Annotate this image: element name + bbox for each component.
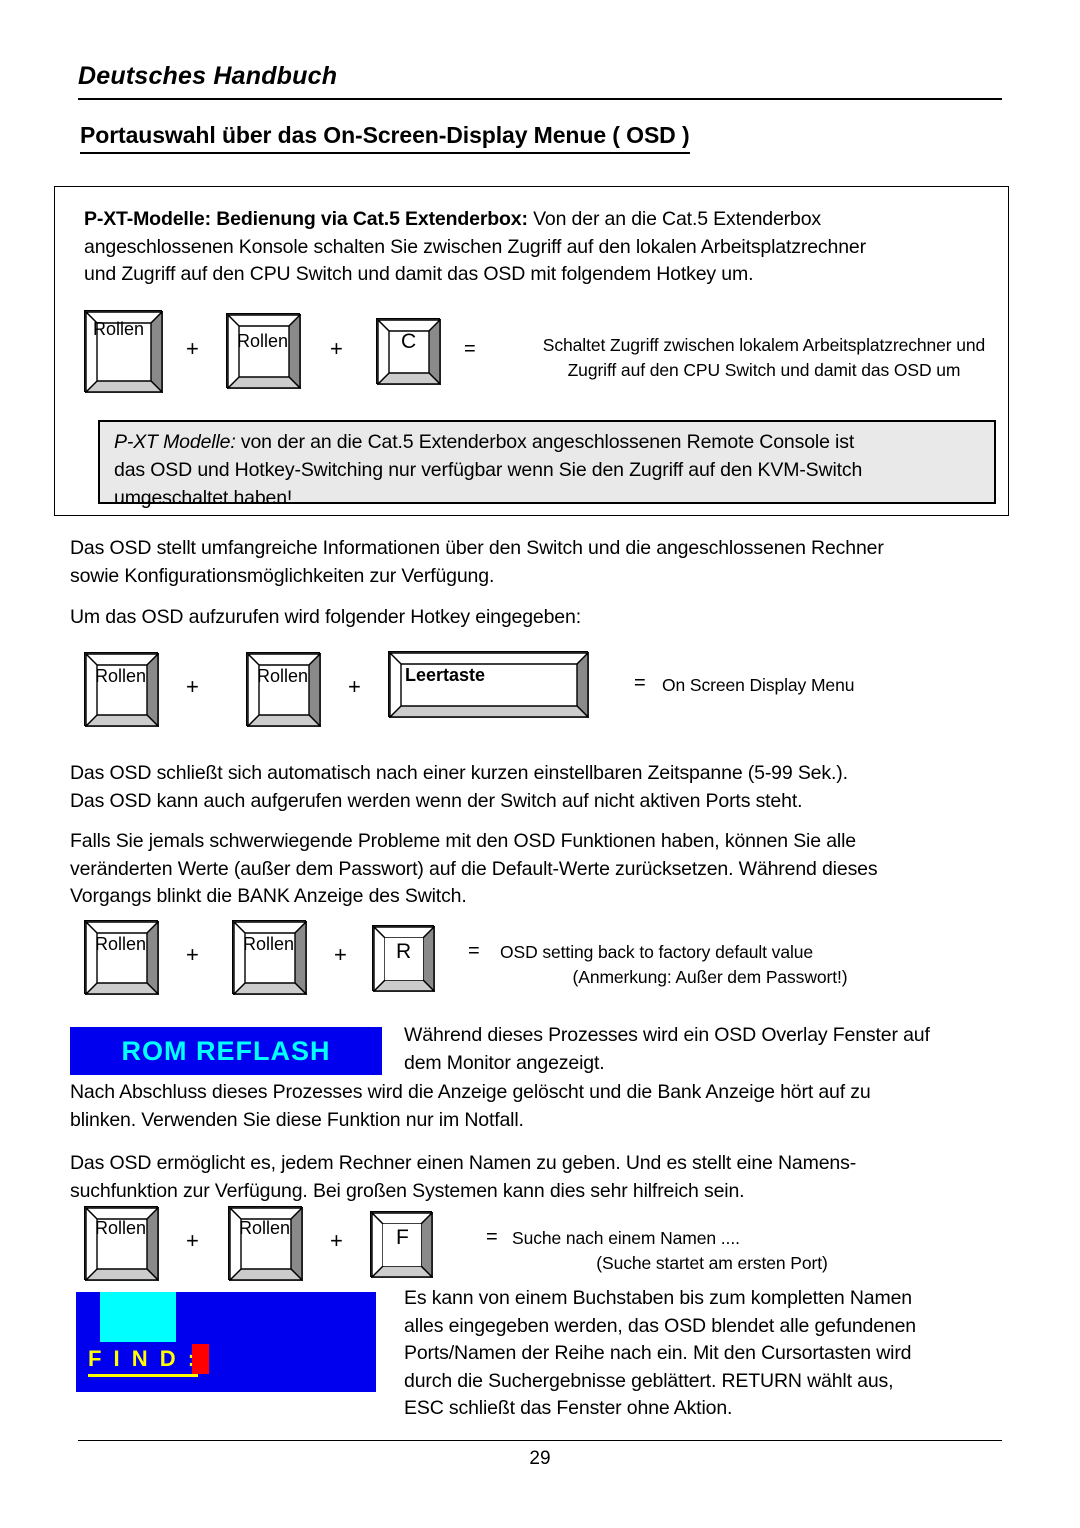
paragraph-osd-timeout: Das OSD schließt sich automatisch nach e… bbox=[70, 762, 848, 812]
hotkey2-description: On Screen Display Menu bbox=[662, 675, 855, 695]
hotkey4-equals: = bbox=[486, 1226, 498, 1248]
keycap-rollen-3 bbox=[84, 652, 160, 728]
osd-find-highlight bbox=[100, 1292, 176, 1342]
pxt-note-lead: P-XT Modelle: bbox=[114, 431, 236, 453]
footer-rule bbox=[78, 1440, 1002, 1441]
keycap-r-label: R bbox=[396, 940, 412, 963]
hotkey3-description: OSD setting back to factory default valu… bbox=[500, 942, 814, 962]
pxt-intro-lead: P-XT-Modelle: Bedienung via Cat.5 Extend… bbox=[84, 208, 528, 230]
hotkey1-description: Schaltet Zugriff zwischen lokalem Arbeit… bbox=[542, 335, 986, 380]
rom-reflash-banner: ROM REFLASH bbox=[70, 1027, 382, 1075]
hotkey3-plus-2: + bbox=[334, 942, 347, 967]
hotkey1-plus-1: + bbox=[186, 336, 199, 361]
keycap-rollen-5-label: Rollen bbox=[95, 934, 147, 954]
hotkey4-description: Suche nach einem Namen .... bbox=[512, 1228, 740, 1248]
hotkey4-description-note: (Suche startet am ersten Port) bbox=[596, 1253, 828, 1273]
keycap-rollen-7-label: Rollen bbox=[95, 1218, 147, 1238]
running-header-title: Deutsches Handbuch bbox=[78, 62, 338, 90]
pxt-note-box: P-XT Modelle: von der an die Cat.5 Exten… bbox=[98, 420, 996, 509]
keycap-bevel-shape bbox=[84, 920, 160, 996]
keycap-spacebar-label: Leertaste bbox=[405, 665, 486, 685]
header-rule bbox=[78, 98, 1002, 100]
keycap-bevel-shape bbox=[246, 652, 322, 728]
hotkey2-plus-2: + bbox=[348, 674, 361, 699]
keycap-rollen-5 bbox=[84, 920, 160, 996]
keycap-rollen-6-label: Rollen bbox=[243, 934, 295, 954]
keycap-rollen-1-label: Rollen bbox=[93, 319, 145, 339]
hotkey3-description-note: (Anmerkung: Außer dem Passwort!) bbox=[572, 967, 848, 987]
hotkey3-equals: = bbox=[468, 940, 480, 962]
keycap-bevel-shape bbox=[84, 652, 160, 728]
keycap-bevel-shape bbox=[232, 920, 308, 996]
rom-reflash-label: ROM REFLASH bbox=[121, 1035, 331, 1066]
page-number: 29 bbox=[529, 1448, 551, 1469]
osd-find-window: F I N D : bbox=[76, 1292, 376, 1392]
hotkey1-plus-2: + bbox=[330, 336, 343, 361]
keycap-rollen-4 bbox=[246, 652, 322, 728]
pxt-intro-paragraph: P-XT-Modelle: Bedienung via Cat.5 Extend… bbox=[84, 206, 984, 289]
paragraph-rom-after: Nach Abschluss dieses Prozesses wird die… bbox=[70, 1081, 871, 1131]
document-page: Deutsches Handbuch Portauswahl über das … bbox=[0, 0, 1080, 1528]
pxt-note-text: P-XT Modelle: von der an die Cat.5 Exten… bbox=[114, 428, 986, 512]
keycap-rollen-2-label: Rollen bbox=[237, 331, 289, 351]
paragraph-osd-info: Das OSD stellt umfangreiche Informatione… bbox=[70, 537, 884, 587]
keycap-c-label: C bbox=[401, 330, 417, 353]
hotkey3-plus-1: + bbox=[186, 942, 199, 967]
keycap-rollen-4-label: Rollen bbox=[257, 666, 309, 686]
osd-find-label: F I N D : bbox=[88, 1346, 199, 1377]
hotkey4-plus-2: + bbox=[330, 1228, 343, 1253]
keycap-rollen-3-label: Rollen bbox=[95, 666, 147, 686]
keycap-rollen-8-label: Rollen bbox=[239, 1218, 291, 1238]
hotkey1-equals: = bbox=[464, 338, 476, 360]
paragraph-osd-reset: Falls Sie jemals schwerwiegende Probleme… bbox=[70, 830, 878, 907]
paragraph-naming: Das OSD ermöglicht es, jedem Rechner ein… bbox=[70, 1152, 857, 1202]
keycap-rollen-6 bbox=[232, 920, 308, 996]
paragraph-find-usage: Es kann von einem Buchstaben bis zum kom… bbox=[404, 1287, 916, 1419]
keycap-f-label: F bbox=[396, 1226, 409, 1249]
hotkey2-equals: = bbox=[634, 672, 646, 694]
hotkey2-plus-1: + bbox=[186, 674, 199, 699]
page-title: Portauswahl über das On-Screen-Display M… bbox=[80, 122, 690, 154]
paragraph-osd-invoke: Um das OSD aufzurufen wird folgender Hot… bbox=[70, 606, 581, 628]
osd-find-cursor bbox=[192, 1344, 209, 1374]
hotkey4-plus-1: + bbox=[186, 1228, 199, 1253]
paragraph-rom-overlay: Während dieses Prozesses wird ein OSD Ov… bbox=[404, 1024, 930, 1074]
